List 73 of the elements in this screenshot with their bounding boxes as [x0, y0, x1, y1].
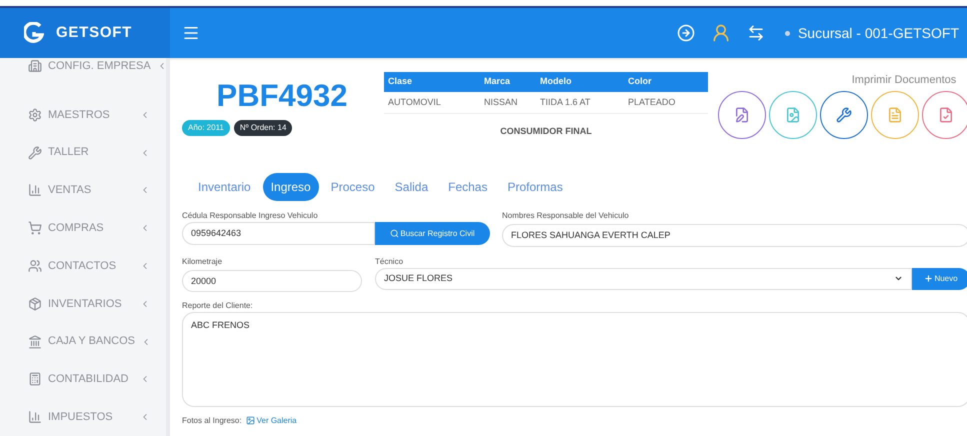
file-pen-icon: [734, 106, 750, 122]
bar-chart-icon: [28, 410, 42, 424]
input-field[interactable]: 20000: [182, 270, 362, 292]
report-field[interactable]: ABC FRENOS: [182, 312, 967, 406]
sidebar-item[interactable]: MAESTROS: [28, 96, 150, 134]
table-cell-text: PLATEADO: [628, 96, 676, 109]
column-header: Modelo: [540, 75, 572, 88]
field-label: Cédula Responsable Ingreso Vehiculo: [182, 210, 319, 222]
table-cell-text: TIIDA 1.6 AT: [540, 96, 592, 109]
tab[interactable]: Inventario: [190, 173, 259, 201]
sidebar-item[interactable]: TALLER: [28, 134, 150, 172]
print-document-button[interactable]: [820, 90, 868, 138]
logo-icon: [24, 22, 44, 44]
image-icon: [246, 416, 255, 425]
file-text-icon: [887, 106, 903, 122]
table-cell-text: AUTOMOVIL: [388, 96, 442, 109]
calculator-icon: [28, 372, 42, 386]
field-label: Nombres Responsable del Vehiculo: [502, 210, 630, 222]
badge: Nº Orden: 14: [234, 120, 292, 136]
field-label: Fotos al Ingreso:: [182, 414, 242, 426]
print-document-button[interactable]: [769, 90, 817, 138]
sidebar-item[interactable]: COMPRAS: [28, 209, 150, 248]
menu-icon[interactable]: [182, 24, 200, 42]
users-icon: [28, 259, 42, 274]
plus-icon: [924, 274, 934, 283]
dropdown-icon: [894, 274, 903, 283]
sidebar-item[interactable]: IMPUESTOS: [28, 398, 150, 436]
file-check-icon: [938, 106, 954, 122]
swap-icon[interactable]: [746, 24, 765, 42]
table-cell-text: NISSAN: [484, 96, 519, 109]
print-title: Imprimir Documentos: [852, 73, 956, 88]
wrench-icon: [836, 106, 852, 122]
tab[interactable]: Fechas: [440, 173, 496, 201]
tab[interactable]: Ingreso: [262, 173, 319, 201]
user-icon[interactable]: [710, 23, 731, 43]
select-field[interactable]: JOSUE FLORES: [375, 268, 912, 290]
print-document-button[interactable]: [718, 90, 766, 138]
sidebar-item[interactable]: CONTACTOS: [28, 247, 150, 285]
field-label: Kilometraje: [182, 256, 224, 268]
column-header: Color: [628, 75, 652, 88]
arrow-right-icon[interactable]: [676, 24, 695, 42]
sidebar-item[interactable]: INVENTARIOS: [28, 284, 150, 323]
bar-chart-icon: [28, 183, 42, 198]
input-field[interactable]: FLORES SAHUANGA EVERTH CALEP: [502, 224, 967, 246]
field-label: Técnico: [375, 256, 404, 268]
column-header: Marca: [484, 75, 512, 88]
sidebar-item[interactable]: CAJA Y BANCOS: [28, 322, 150, 360]
new-button[interactable]: Nuevo: [912, 268, 967, 290]
tab[interactable]: Proceso: [322, 173, 383, 201]
branch-name[interactable]: Sucursal - 001-GETSOFT: [798, 22, 959, 44]
package-icon: [28, 296, 42, 311]
building-icon: [28, 59, 42, 73]
badge: Año: 2011: [182, 120, 230, 136]
tab[interactable]: Salida: [386, 173, 436, 201]
cart-icon: [28, 221, 42, 236]
file-image-icon: [785, 106, 801, 122]
search-icon: [390, 229, 400, 238]
sidebar-item[interactable]: VENTAS: [28, 172, 150, 210]
license-plate: PBF4932: [216, 80, 348, 111]
field-label: Reporte del Cliente:: [182, 300, 254, 312]
print-document-button[interactable]: [922, 90, 967, 138]
gear-icon: [28, 108, 42, 122]
search-registry-button[interactable]: Buscar Registro Civil: [375, 222, 490, 245]
tab[interactable]: Proformas: [499, 173, 571, 201]
sidebar-item[interactable]: CONFIG. EMPRESA: [28, 59, 150, 73]
client-type: CONSUMIDOR FINAL: [500, 126, 592, 136]
column-header: Clase: [388, 75, 414, 88]
wrench-icon: [28, 146, 42, 160]
bank-icon: [28, 334, 42, 349]
brand-name: GETSOFT: [56, 22, 132, 43]
sidebar-item[interactable]: CONTABILIDAD: [28, 360, 150, 398]
gallery-link[interactable]: Ver Galeria: [246, 414, 297, 426]
input-field[interactable]: 0959642463: [182, 222, 375, 245]
